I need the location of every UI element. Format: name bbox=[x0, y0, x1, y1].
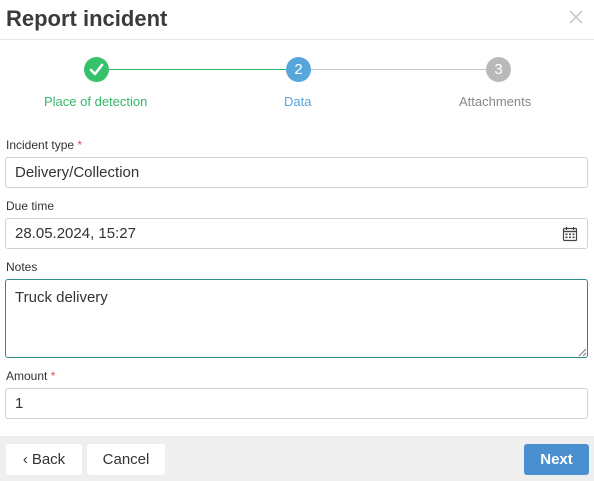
step-connector-2 bbox=[310, 69, 486, 70]
back-button-label: Back bbox=[31, 451, 66, 468]
chevron-left-icon: ‹ bbox=[22, 451, 28, 468]
incident-type-label-text: Incident type bbox=[6, 138, 75, 152]
close-icon bbox=[569, 10, 583, 24]
back-button[interactable]: ‹ Back bbox=[6, 444, 82, 475]
due-time-field[interactable]: 28.05.2024, 15:27 bbox=[5, 218, 588, 249]
notes-label: Notes bbox=[6, 260, 38, 274]
amount-field[interactable]: 1 bbox=[5, 388, 588, 419]
dialog-title: Report incident bbox=[6, 6, 168, 31]
step-1-circle[interactable] bbox=[84, 57, 109, 82]
step-2-circle[interactable]: 2 bbox=[286, 57, 311, 82]
next-button[interactable]: Next bbox=[524, 444, 589, 475]
check-icon bbox=[89, 63, 104, 76]
required-mark: * bbox=[50, 369, 56, 383]
notes-textarea[interactable]: Truck delivery bbox=[5, 279, 588, 358]
required-mark: * bbox=[77, 138, 83, 152]
report-incident-dialog: Report incident 2 3 Place of detection D… bbox=[0, 0, 594, 481]
incident-type-label: Incident type * bbox=[6, 138, 82, 152]
dialog-header: Report incident bbox=[0, 0, 594, 40]
amount-label-text: Amount bbox=[6, 369, 48, 383]
close-button[interactable] bbox=[568, 9, 584, 25]
amount-label: Amount * bbox=[6, 369, 55, 383]
step-2-label[interactable]: Data bbox=[284, 94, 311, 110]
step-3-circle[interactable]: 3 bbox=[486, 57, 511, 82]
cancel-button[interactable]: Cancel bbox=[87, 444, 165, 475]
wizard-stepper: 2 3 Place of detection Data Attachments bbox=[0, 40, 594, 120]
calendar-icon[interactable] bbox=[562, 226, 578, 242]
due-time-label: Due time bbox=[6, 199, 55, 213]
step-3-label[interactable]: Attachments bbox=[459, 94, 531, 110]
step-connector-1 bbox=[108, 69, 286, 70]
resize-grip-icon[interactable] bbox=[577, 347, 587, 357]
incident-type-field[interactable]: Delivery/Collection bbox=[5, 157, 588, 188]
step-1-label[interactable]: Place of detection bbox=[44, 94, 147, 110]
dialog-footer: ‹ Back Cancel Next bbox=[0, 436, 594, 481]
